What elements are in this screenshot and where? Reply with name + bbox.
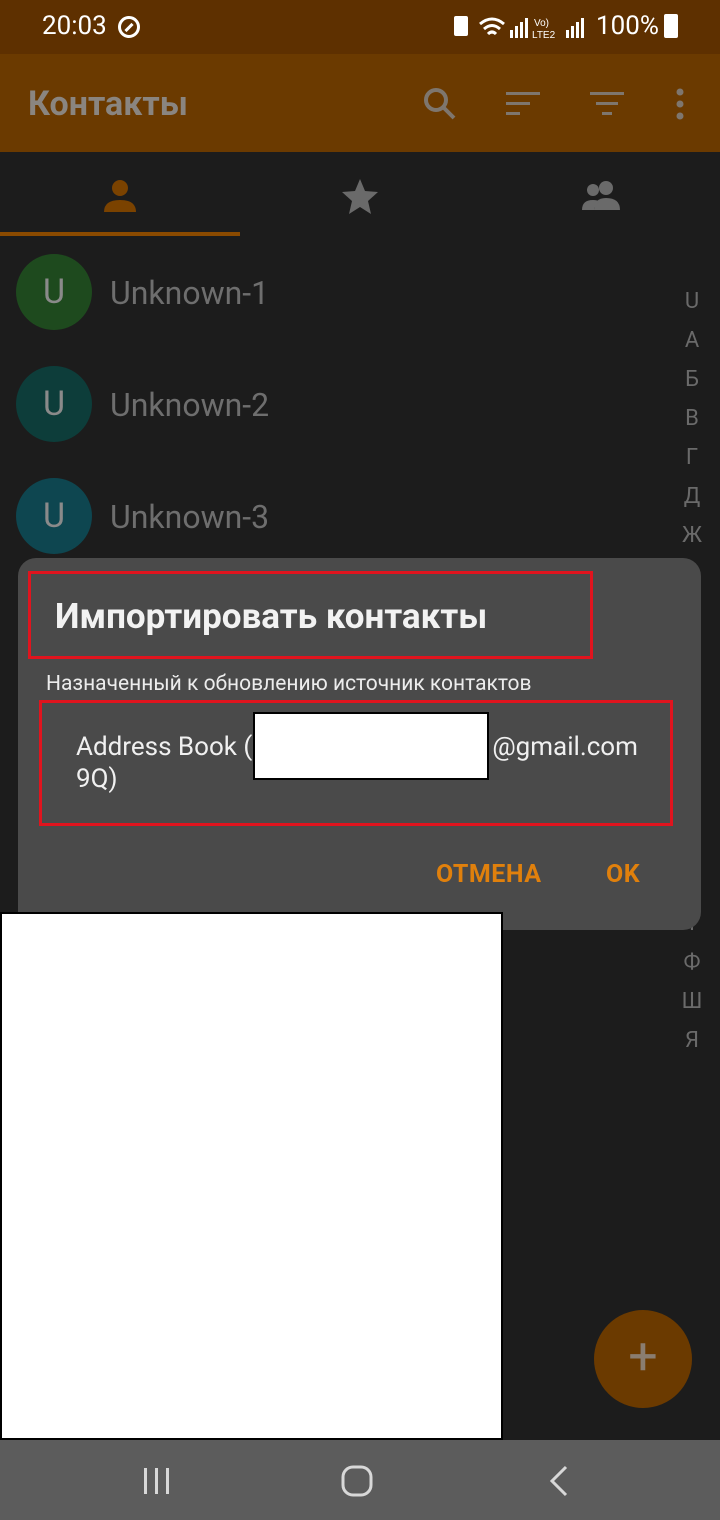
- avatar: U: [16, 366, 92, 442]
- source-prefix: Address Book (: [76, 732, 253, 762]
- index-letter[interactable]: Г: [676, 438, 708, 477]
- svg-text:LTE2: LTE2: [532, 30, 556, 41]
- back-icon[interactable]: [544, 1464, 574, 1498]
- index-letter[interactable]: Ш: [676, 982, 708, 1021]
- index-letter[interactable]: Ж: [676, 516, 708, 555]
- star-icon: [342, 179, 378, 214]
- recent-apps-icon[interactable]: [140, 1464, 174, 1498]
- filter-icon[interactable]: [588, 84, 628, 124]
- system-status-icons: Vo) LTE2: [454, 16, 584, 41]
- index-letter[interactable]: Б: [676, 360, 708, 399]
- page-title: Контакты: [28, 84, 188, 124]
- cancel-button[interactable]: ОТМЕНА: [436, 860, 542, 889]
- battery-percent: 100%: [596, 11, 659, 41]
- tab-contacts[interactable]: [0, 152, 240, 236]
- index-letter[interactable]: Д: [676, 477, 708, 516]
- battery-icon: [664, 14, 678, 38]
- source-email-suffix: @gmail.com: [492, 732, 638, 762]
- index-letter[interactable]: Ф: [676, 943, 708, 982]
- vpn-shield-icon: [118, 16, 140, 38]
- import-contacts-dialog: Импортировать контакты Назначенный к обн…: [18, 558, 701, 930]
- index-letter[interactable]: Я: [676, 1021, 708, 1060]
- index-letter[interactable]: В: [676, 399, 708, 438]
- contact-list-item[interactable]: U Unknown-2: [0, 348, 680, 460]
- status-bar: 20:03 Vo) LTE2 100%: [0, 0, 720, 54]
- more-vert-icon[interactable]: [662, 84, 702, 124]
- index-letter[interactable]: А: [676, 321, 708, 360]
- search-icon[interactable]: [420, 84, 460, 124]
- title-highlight-box: Импортировать контакты: [28, 571, 593, 659]
- redacted-email-block: [253, 712, 489, 780]
- sort-icon[interactable]: [504, 84, 544, 124]
- contact-name: Unknown-2: [110, 386, 270, 424]
- contact-name: Unknown-3: [110, 498, 270, 536]
- index-letter[interactable]: U: [676, 282, 708, 321]
- source-suffix: 9Q): [76, 764, 118, 794]
- dialog-subtitle: Назначенный к обновлению источник контак…: [46, 672, 532, 696]
- ok-button[interactable]: OK: [606, 860, 640, 889]
- contact-list-item[interactable]: U Unknown-3: [0, 460, 680, 572]
- redacted-area: [0, 912, 503, 1440]
- tab-favorites[interactable]: [240, 152, 480, 236]
- tab-bar: [0, 152, 720, 236]
- system-nav-bar: [0, 1440, 720, 1520]
- app-toolbar: Контакты: [0, 54, 720, 152]
- status-time: 20:03: [42, 11, 107, 41]
- contact-name: Unknown-1: [110, 274, 270, 312]
- svg-text:Vo): Vo): [534, 18, 549, 29]
- alphabet-index[interactable]: U А Б В Г Д Ж: [676, 282, 708, 555]
- tab-groups[interactable]: [480, 152, 720, 236]
- person-icon: [104, 180, 136, 212]
- avatar: U: [16, 254, 92, 330]
- home-icon[interactable]: [340, 1464, 376, 1498]
- group-icon: [582, 181, 620, 210]
- contact-list-item[interactable]: U Unknown-1: [0, 236, 680, 348]
- dialog-title: Импортировать контакты: [55, 596, 488, 637]
- add-contact-button[interactable]: +: [594, 1310, 692, 1408]
- avatar: U: [16, 478, 92, 554]
